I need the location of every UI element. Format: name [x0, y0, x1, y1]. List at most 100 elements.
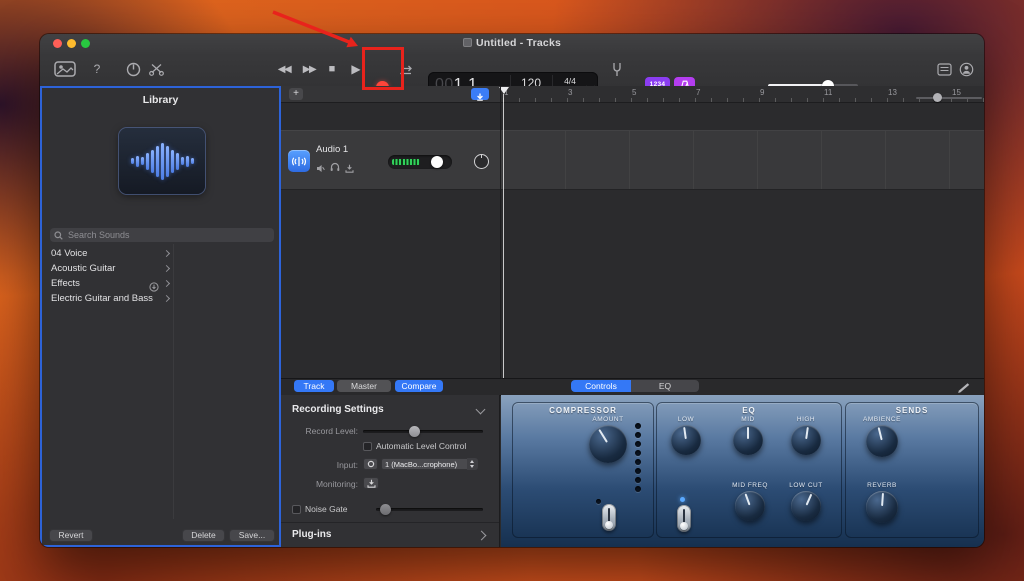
search-input[interactable]	[66, 229, 270, 241]
mono-circle-icon	[367, 460, 375, 468]
library-item-label: Effects	[51, 278, 80, 289]
tab-eq[interactable]: EQ	[631, 380, 699, 392]
input-label: Input:	[286, 460, 358, 470]
ruler-tick: 13	[888, 88, 897, 97]
toolbar: ? ◀◀ ▶▶ ■ ▶ 001.1 BAR BEAT	[40, 52, 984, 87]
catch-playhead-button[interactable]	[471, 88, 489, 100]
ruler-tick: 3	[568, 88, 572, 97]
library-item-04-voice[interactable]: 04 Voice	[46, 246, 173, 261]
dropdown-stepper-icon	[467, 458, 478, 470]
score-display-icon[interactable]	[937, 63, 952, 81]
input-source-dropdown[interactable]: 1 (MacBo...crophone)	[381, 458, 478, 470]
noise-gate-thumb[interactable]	[380, 504, 391, 515]
audio-track-icon[interactable]	[288, 150, 310, 172]
revert-button[interactable]: Revert	[49, 529, 93, 542]
compare-button[interactable]: Compare	[395, 380, 443, 392]
mid-freq-knob[interactable]	[735, 491, 765, 521]
eq-mid-knob[interactable]	[733, 425, 763, 455]
compressor-toggle-switch[interactable]	[602, 504, 616, 531]
stop-button[interactable]: ■	[325, 63, 339, 75]
sends-title: SENDS	[846, 406, 978, 415]
arrow-down-icon	[476, 93, 484, 101]
library-item-label: Acoustic Guitar	[51, 263, 115, 274]
annotation-highlight-box	[362, 47, 404, 90]
reverb-label: REVERB	[847, 482, 917, 489]
compressor-title: COMPRESSOR	[513, 406, 653, 415]
window-title: Untitled - Tracks	[40, 37, 984, 49]
input-format-button[interactable]	[363, 458, 378, 470]
pan-knob[interactable]	[474, 154, 489, 169]
quick-help-icon[interactable]	[959, 62, 974, 82]
ruler-tick: 9	[760, 88, 764, 97]
library-sound-card[interactable]	[119, 128, 205, 194]
compressor-amount-knob[interactable]	[589, 425, 627, 463]
record-level-slider[interactable]	[363, 430, 483, 433]
smart-controls-icon[interactable]	[126, 62, 141, 82]
library-item-effects[interactable]: Effects	[46, 276, 173, 291]
library-item-acoustic-guitar[interactable]: Acoustic Guitar	[46, 261, 173, 276]
rewind-button[interactable]: ◀◀	[274, 64, 294, 75]
track-volume-thumb[interactable]	[431, 156, 443, 168]
compressor-led	[596, 499, 601, 504]
media-browser-icon[interactable]	[54, 61, 76, 82]
ruler-zoom-slider[interactable]	[916, 97, 982, 99]
library-column-divider	[173, 244, 174, 519]
chevron-right-icon	[163, 295, 170, 302]
mute-track-icon[interactable]	[316, 160, 325, 178]
low-cut-knob[interactable]	[791, 491, 821, 521]
header-timeline-divider	[500, 86, 501, 378]
low-cut-label: LOW CUT	[771, 482, 841, 489]
input-monitoring-icon[interactable]	[345, 160, 354, 178]
add-track-button[interactable]: +	[289, 88, 303, 100]
save-button[interactable]: Save...	[229, 529, 275, 542]
monitoring-button[interactable]	[363, 477, 379, 489]
auto-level-label: Automatic Level Control	[376, 441, 466, 451]
solo-headphones-icon[interactable]	[330, 159, 340, 177]
help-button[interactable]: ?	[90, 62, 104, 76]
desktop-wallpaper: Untitled - Tracks ? ◀◀ ▶▶ ■ ▶	[0, 0, 1024, 581]
monitoring-label: Monitoring:	[286, 479, 358, 489]
playhead-line[interactable]	[503, 94, 504, 378]
play-button[interactable]: ▶	[349, 62, 363, 76]
titlebar[interactable]: Untitled - Tracks	[40, 34, 984, 52]
track-lane-audio1[interactable]	[501, 130, 984, 190]
noise-gate-checkbox[interactable]	[292, 505, 301, 514]
library-item-electric-guitar-bass[interactable]: Electric Guitar and Bass	[46, 291, 173, 306]
editors-scissors-icon[interactable]	[149, 63, 164, 81]
delete-button[interactable]: Delete	[182, 529, 225, 542]
ruler-zoom-thumb[interactable]	[933, 93, 942, 102]
tab-track[interactable]: Track	[294, 380, 334, 392]
tab-controls[interactable]: Controls	[571, 380, 631, 392]
ambience-knob[interactable]	[866, 425, 898, 457]
waveform-icon	[131, 143, 194, 180]
record-level-thumb[interactable]	[409, 426, 420, 437]
eq-high-knob[interactable]	[791, 425, 821, 455]
library-title: Library	[42, 94, 279, 106]
auto-level-checkbox[interactable]	[363, 442, 372, 451]
lcd-timesig-value[interactable]: 4/4	[554, 76, 586, 86]
collapse-section-icon[interactable]	[476, 405, 486, 415]
search-sounds-field[interactable]	[50, 228, 274, 242]
expand-section-icon[interactable]	[477, 531, 487, 541]
track-name[interactable]: Audio 1	[316, 144, 348, 155]
reverb-knob[interactable]	[866, 491, 898, 523]
library-item-label: 04 Voice	[51, 248, 87, 259]
track-level-meter	[392, 159, 420, 165]
eq-led	[680, 497, 685, 502]
ruler-tick: 5	[632, 88, 636, 97]
search-icon	[54, 231, 63, 240]
tab-master[interactable]: Master	[337, 380, 391, 392]
tuner-icon[interactable]	[612, 62, 622, 82]
forward-button[interactable]: ▶▶	[299, 64, 319, 75]
eq-low-label: LOW	[651, 416, 721, 423]
library-item-label: Electric Guitar and Bass	[51, 293, 153, 304]
timeline-ruler[interactable]: 1 3 5 7 9 11 13 15	[501, 86, 984, 103]
chevron-right-icon	[163, 265, 170, 272]
eq-toggle-switch[interactable]	[677, 505, 691, 532]
library-panel: Library 04 Voice Acoustic Guitar Effects	[40, 86, 281, 547]
ambience-label: AMBIENCE	[847, 416, 917, 423]
ruler-tick: 15	[952, 88, 961, 97]
noise-gate-slider[interactable]	[376, 508, 483, 511]
ruler-tick: 11	[824, 88, 832, 97]
eq-low-knob[interactable]	[671, 425, 701, 455]
